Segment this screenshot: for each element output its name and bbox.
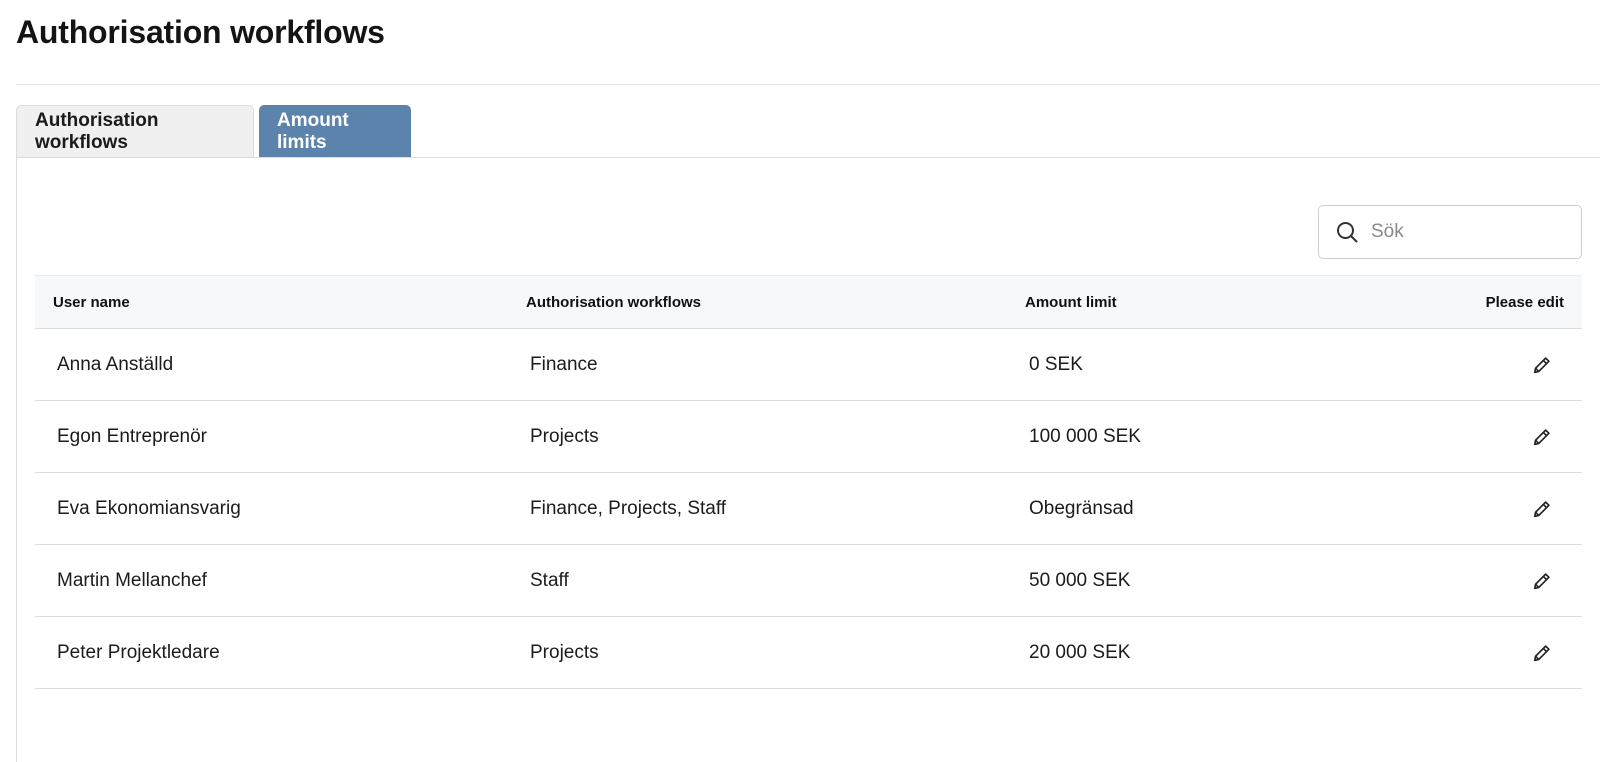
edit-button[interactable] [1530, 425, 1554, 449]
column-header-amount-limit[interactable]: Amount limit [1025, 294, 1117, 311]
title-divider [16, 84, 1600, 85]
cell-user-name: Anna Anställd [57, 353, 174, 375]
pencil-icon [1533, 428, 1550, 445]
search-box[interactable] [1318, 205, 1582, 259]
search-icon [1337, 222, 1358, 243]
pencil-icon [1533, 500, 1550, 517]
cell-user-name: Egon Entreprenör [57, 425, 207, 447]
page: Authorisation workflows Authorisation wo… [0, 0, 1600, 762]
table-row: Anna Anställd Finance 0 SEK [35, 329, 1582, 401]
pencil-icon [1533, 644, 1550, 661]
table-row: Peter Projektledare Projects 20 000 SEK [35, 617, 1582, 689]
table-header-row: User name Authorisation workflows Amount… [35, 275, 1582, 329]
cell-user-name: Eva Ekonomiansvarig [57, 497, 241, 519]
edit-button[interactable] [1530, 569, 1554, 593]
table-row: Egon Entreprenör Projects 100 000 SEK [35, 401, 1582, 473]
table-row: Martin Mellanchef Staff 50 000 SEK [35, 545, 1582, 617]
cell-amount-limit: 20 000 SEK [1029, 641, 1131, 663]
table-row: Eva Ekonomiansvarig Finance, Projects, S… [35, 473, 1582, 545]
cell-user-name: Peter Projektledare [57, 641, 220, 663]
cell-amount-limit: 0 SEK [1029, 353, 1083, 375]
tab-amount-limits[interactable]: Amount limits [259, 105, 411, 158]
search-input[interactable] [1371, 221, 1561, 243]
cell-workflows: Projects [530, 641, 599, 663]
column-header-user-name[interactable]: User name [53, 294, 130, 311]
column-header-workflows[interactable]: Authorisation workflows [526, 294, 701, 311]
cell-workflows: Finance [530, 353, 598, 375]
pencil-icon [1533, 356, 1550, 373]
edit-button[interactable] [1530, 641, 1554, 665]
edit-button[interactable] [1530, 353, 1554, 377]
amount-limits-table: User name Authorisation workflows Amount… [35, 275, 1582, 689]
pencil-icon [1533, 572, 1550, 589]
cell-user-name: Martin Mellanchef [57, 569, 207, 591]
edit-button[interactable] [1530, 497, 1554, 521]
tab-bar: Authorisation workflows Amount limits [16, 105, 411, 158]
cell-workflows: Finance, Projects, Staff [530, 497, 727, 519]
cell-workflows: Staff [530, 569, 569, 591]
cell-amount-limit: 100 000 SEK [1029, 425, 1141, 447]
cell-workflows: Projects [530, 425, 599, 447]
tab-authorisation-workflows[interactable]: Authorisation workflows [16, 105, 254, 158]
column-header-edit: Please edit [1485, 293, 1564, 311]
cell-amount-limit: Obegränsad [1029, 497, 1134, 519]
page-title: Authorisation workflows [16, 14, 385, 50]
cell-amount-limit: 50 000 SEK [1029, 569, 1131, 591]
